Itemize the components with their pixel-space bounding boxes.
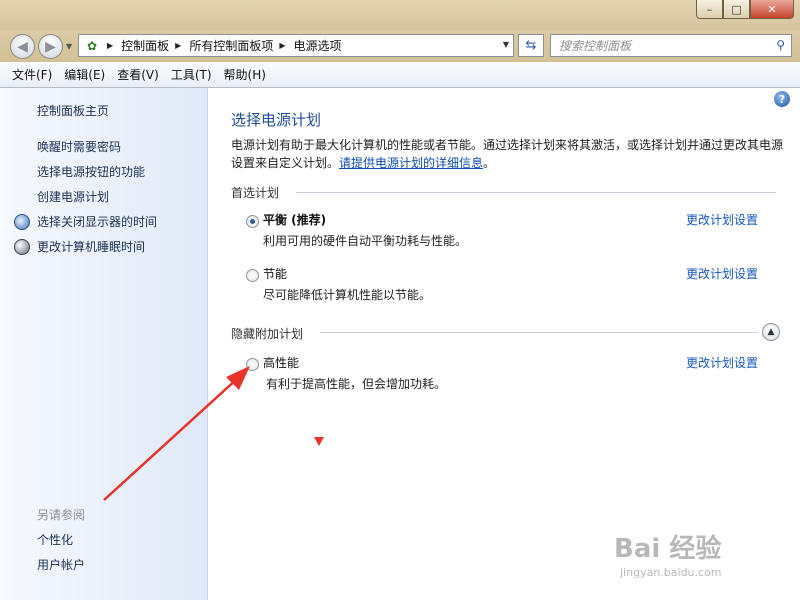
radio-balanced[interactable] — [246, 215, 259, 228]
minimize-button[interactable]: – — [696, 0, 723, 19]
refresh-button[interactable]: ⇆ — [518, 34, 544, 57]
plan-name-high-performance[interactable]: 高性能 — [263, 354, 299, 371]
chevron-right-icon[interactable]: ▶ — [279, 41, 285, 50]
change-plan-settings-balanced[interactable]: 更改计划设置 — [686, 211, 758, 228]
sleep-moon-icon — [14, 239, 30, 255]
plan-desc-high-performance: 有利于提高性能，但会增加功耗。 — [266, 377, 447, 391]
description-end: 。 — [483, 156, 496, 170]
title-bar: – □ ✕ — [0, 0, 800, 30]
menu-view[interactable]: 查看(V) — [117, 66, 159, 83]
help-icon[interactable]: ? — [774, 91, 790, 107]
search-icon[interactable]: ⚲ — [776, 38, 785, 52]
search-box[interactable]: ⚲ — [550, 34, 792, 57]
close-button[interactable]: ✕ — [750, 0, 794, 19]
search-input[interactable] — [559, 38, 759, 53]
back-button[interactable]: ◀ — [10, 34, 35, 59]
menu-help[interactable]: 帮助(H) — [224, 66, 266, 83]
page-description: 电源计划有助于最大化计算机的性能或者节能。通过选择计划来将其激活，或选择计划并通… — [231, 136, 783, 172]
collapse-chevron-up-icon[interactable]: ▲ — [762, 323, 780, 341]
address-dropdown-icon[interactable]: ▼ — [503, 40, 509, 49]
sidebar-item-home[interactable]: 控制面板主页 — [37, 102, 109, 119]
sidebar-item-sleep[interactable]: 更改计算机睡眠时间 — [37, 238, 145, 255]
menu-bar: 文件(F) 编辑(E) 查看(V) 工具(T) 帮助(H) — [0, 62, 800, 88]
menu-tools[interactable]: 工具(T) — [171, 66, 212, 83]
change-plan-settings-power-saver[interactable]: 更改计划设置 — [686, 265, 758, 282]
sidebar-item-create-plan[interactable]: 创建电源计划 — [37, 188, 109, 205]
window-controls: – □ ✕ — [696, 0, 794, 19]
control-panel-icon: ✿ — [86, 38, 98, 53]
back-arrow-icon: ◀ — [17, 38, 28, 55]
menu-file[interactable]: 文件(F) — [12, 66, 52, 83]
chevron-right-icon[interactable]: ▶ — [107, 41, 113, 50]
page-title: 选择电源计划 — [231, 111, 322, 129]
breadcrumb-all-items[interactable]: 所有控制面板项 — [189, 37, 273, 54]
display-icon — [14, 214, 30, 230]
maximize-button[interactable]: □ — [723, 0, 750, 19]
change-plan-settings-high-performance[interactable]: 更改计划设置 — [686, 354, 758, 371]
recent-pages-dropdown-icon[interactable]: ▼ — [66, 42, 72, 51]
divider — [296, 192, 776, 193]
menu-edit[interactable]: 编辑(E) — [64, 66, 105, 83]
sidebar: 控制面板主页 唤醒时需要密码 选择电源按钮的功能 创建电源计划 选择关闭显示器的… — [0, 88, 208, 600]
address-row: ◀ ▶ ▼ ✿ ▶ 控制面板 ▶ 所有控制面板项 ▶ 电源选项 ▼ ⇆ ⚲ — [0, 30, 800, 62]
radio-high-performance[interactable] — [246, 358, 259, 371]
divider — [320, 332, 758, 333]
sidebar-item-user-accounts[interactable]: 用户帐户 — [37, 556, 85, 573]
preferred-plans-heading: 首选计划 — [231, 186, 280, 200]
plan-desc-balanced: 利用可用的硬件自动平衡功耗与性能。 — [263, 234, 468, 248]
radio-power-saver[interactable] — [246, 269, 259, 282]
plan-details-link[interactable]: 请提供电源计划的详细信息 — [339, 156, 483, 170]
plan-name-power-saver[interactable]: 节能 — [263, 265, 287, 282]
forward-button[interactable]: ▶ — [38, 34, 63, 59]
description-text: 电源计划有助于最大化计算机的性能或者节能。通过选择计划来将其激活，或选择计划并通… — [231, 138, 784, 170]
annotation-triangle-icon — [314, 437, 324, 446]
sidebar-item-display-off[interactable]: 选择关闭显示器的时间 — [37, 213, 157, 230]
sidebar-item-wake-password[interactable]: 唤醒时需要密码 — [37, 138, 121, 155]
main-panel: ? 选择电源计划 电源计划有助于最大化计算机的性能或者节能。通过选择计划来将其激… — [208, 88, 800, 600]
sidebar-item-personalization[interactable]: 个性化 — [37, 531, 73, 548]
baidu-watermark: Bai 经验 — [614, 534, 722, 564]
address-bar[interactable]: ✿ ▶ 控制面板 ▶ 所有控制面板项 ▶ 电源选项 ▼ — [78, 34, 514, 57]
forward-arrow-icon: ▶ — [45, 38, 56, 55]
see-also-heading: 另请参阅 — [37, 508, 86, 522]
hidden-plans-heading: 隐藏附加计划 — [231, 327, 304, 341]
sidebar-item-power-buttons[interactable]: 选择电源按钮的功能 — [37, 163, 145, 180]
breadcrumb-control-panel[interactable]: 控制面板 — [121, 37, 169, 54]
chevron-right-icon[interactable]: ▶ — [175, 41, 181, 50]
refresh-icon: ⇆ — [525, 38, 537, 53]
baidu-watermark-url: jingyan.baidu.com — [620, 566, 722, 579]
plan-desc-power-saver: 尽可能降低计算机性能以节能。 — [263, 288, 432, 302]
breadcrumb-power-options[interactable]: 电源选项 — [294, 37, 342, 54]
plan-name-balanced[interactable]: 平衡 (推荐) — [263, 211, 326, 228]
